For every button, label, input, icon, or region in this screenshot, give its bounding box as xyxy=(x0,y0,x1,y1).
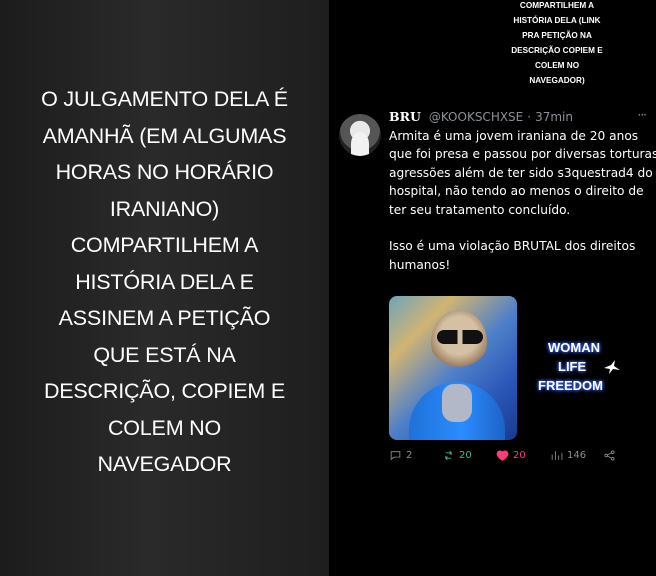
right-panel: COMPARTILHEM A HISTÓRIA DELA (LINK PRA P… xyxy=(329,0,656,576)
heart-icon xyxy=(496,450,509,461)
overlay-line: WOMAN xyxy=(548,340,600,355)
views-icon xyxy=(551,451,563,460)
left-caption-line: COMPARTILHEM A xyxy=(70,233,259,258)
tweet-header: BRU @KOOKSCHXSE · 37min xyxy=(389,109,573,125)
tweet-body: Armita é uma jovem iraniana de 20 anos q… xyxy=(389,129,656,272)
more-options-icon[interactable]: ··· xyxy=(638,108,648,122)
avatar[interactable] xyxy=(339,114,381,156)
author-name[interactable]: BRU xyxy=(389,109,421,124)
header-separator: · xyxy=(527,110,532,124)
left-caption-line: O JULGAMENTO DELA É xyxy=(41,87,288,112)
left-caption-line: AMANHÃ (EM ALGUMAS xyxy=(42,123,287,148)
overlay-line: LIFE xyxy=(558,359,587,374)
views-count: 146 xyxy=(567,450,587,461)
left-caption-line: COLEM NO xyxy=(107,415,222,440)
reply-button[interactable]: 2 xyxy=(389,449,412,462)
image-portrait-shirt xyxy=(442,384,472,422)
tweet-actions: 2 20 20 146 xyxy=(389,449,639,465)
tweet-image[interactable] xyxy=(389,296,517,440)
left-caption-line: QUE ESTÁ NA xyxy=(93,342,236,367)
views-button[interactable]: 146 xyxy=(550,449,586,462)
overlay-line: FREEDOM xyxy=(538,378,603,393)
reply-icon xyxy=(390,451,401,461)
left-caption-line: HORAS NO HORÁRIO xyxy=(55,160,274,185)
retweet-icon xyxy=(445,450,452,461)
left-caption: O JULGAMENTO DELA É AMANHÃ (EM ALGUMAS H… xyxy=(15,81,315,483)
left-caption-line: DESCRIÇÃO, COPIEM E xyxy=(43,379,286,404)
bird-icon xyxy=(604,360,620,374)
left-caption-line: IRANIANO) xyxy=(109,196,220,221)
image-portrait-glasses xyxy=(437,330,483,344)
like-button[interactable]: 20 xyxy=(496,449,526,462)
left-panel: O JULGAMENTO DELA É AMANHÃ (EM ALGUMAS H… xyxy=(0,0,329,576)
retweet-count: 20 xyxy=(459,450,472,461)
overlay-slogan: WOMAN LIFE FREEDOM xyxy=(534,338,644,395)
retweet-button[interactable]: 20 xyxy=(442,449,472,462)
tweet-card: BRU @KOOKSCHXSE · 37min ··· Armita é uma… xyxy=(329,0,656,576)
author-handle[interactable]: @KOOKSCHXSE xyxy=(429,110,523,124)
left-caption-line: NAVEGADOR xyxy=(97,452,232,477)
share-icon xyxy=(604,450,615,461)
reply-count: 2 xyxy=(406,450,413,461)
tweet-time[interactable]: 37min xyxy=(535,110,573,124)
share-button[interactable] xyxy=(603,449,616,462)
left-caption-line: HISTÓRIA DELA E xyxy=(75,269,254,294)
left-caption-line: ASSINEM A PETIÇÃO xyxy=(58,306,271,331)
like-count: 20 xyxy=(513,450,526,461)
